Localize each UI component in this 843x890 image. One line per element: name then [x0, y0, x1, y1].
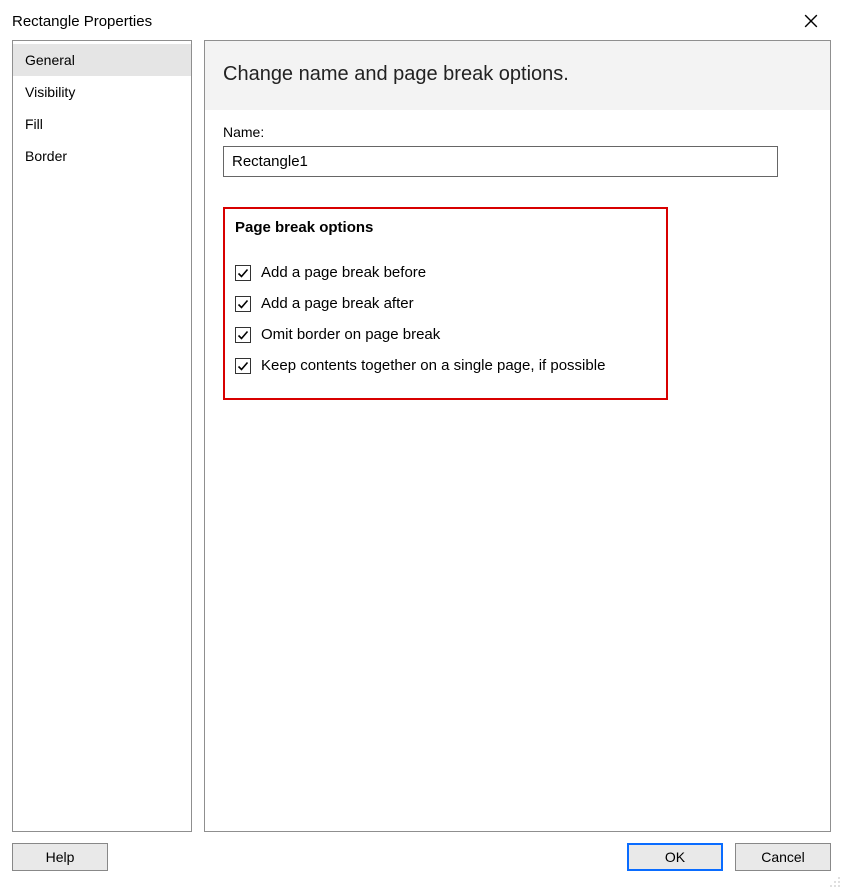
checkbox-icon [235, 296, 251, 312]
rectangle-properties-dialog: Rectangle Properties General Visibility … [0, 0, 843, 890]
checkbox-label: Omit border on page break [261, 326, 440, 343]
button-label: Help [46, 849, 75, 865]
checkbox-icon [235, 265, 251, 281]
close-icon [804, 14, 818, 28]
resize-grip[interactable] [829, 876, 841, 888]
panel-header: Change name and page break options. [205, 41, 830, 110]
titlebar: Rectangle Properties [0, 0, 843, 40]
ok-button[interactable]: OK [627, 843, 723, 871]
sidebar-item-label: General [25, 52, 75, 68]
window-title: Rectangle Properties [12, 13, 152, 30]
sidebar-item-label: Fill [25, 116, 43, 132]
checkmark-icon [237, 329, 249, 341]
button-label: Cancel [761, 849, 805, 865]
resize-grip-icon [829, 876, 841, 888]
name-input[interactable] [223, 146, 778, 177]
page-break-options-list: Add a page break before Add a page break… [235, 264, 656, 374]
checkbox-icon [235, 327, 251, 343]
close-button[interactable] [791, 7, 831, 35]
checkbox-row-break-before[interactable]: Add a page break before [235, 264, 656, 281]
checkbox-label: Keep contents together on a single page,… [261, 357, 605, 374]
button-label: OK [665, 849, 685, 865]
sidebar-item-border[interactable]: Border [13, 140, 191, 172]
checkbox-label: Add a page break before [261, 264, 426, 281]
panel-content: Name: Page break options [205, 110, 830, 400]
page-break-options-group: Page break options Add a page break befo… [223, 207, 668, 400]
checkmark-icon [237, 360, 249, 372]
main-panel: Change name and page break options. Name… [204, 40, 831, 832]
checkmark-icon [237, 298, 249, 310]
help-button[interactable]: Help [12, 843, 108, 871]
page-break-options-title: Page break options [235, 209, 656, 238]
dialog-body: General Visibility Fill Border Change na… [0, 40, 843, 832]
sidebar: General Visibility Fill Border [12, 40, 192, 832]
sidebar-item-general[interactable]: General [13, 44, 191, 76]
checkmark-icon [237, 267, 249, 279]
dialog-footer: Help OK Cancel [0, 832, 843, 882]
sidebar-item-label: Border [25, 148, 67, 164]
checkbox-row-keep-together[interactable]: Keep contents together on a single page,… [235, 357, 656, 374]
name-label: Name: [223, 124, 812, 140]
cancel-button[interactable]: Cancel [735, 843, 831, 871]
checkbox-label: Add a page break after [261, 295, 414, 312]
sidebar-item-visibility[interactable]: Visibility [13, 76, 191, 108]
footer-right: OK Cancel [627, 843, 831, 871]
sidebar-item-label: Visibility [25, 84, 75, 100]
checkbox-row-break-after[interactable]: Add a page break after [235, 295, 656, 312]
checkbox-icon [235, 358, 251, 374]
checkbox-row-omit-border[interactable]: Omit border on page break [235, 326, 656, 343]
sidebar-item-fill[interactable]: Fill [13, 108, 191, 140]
